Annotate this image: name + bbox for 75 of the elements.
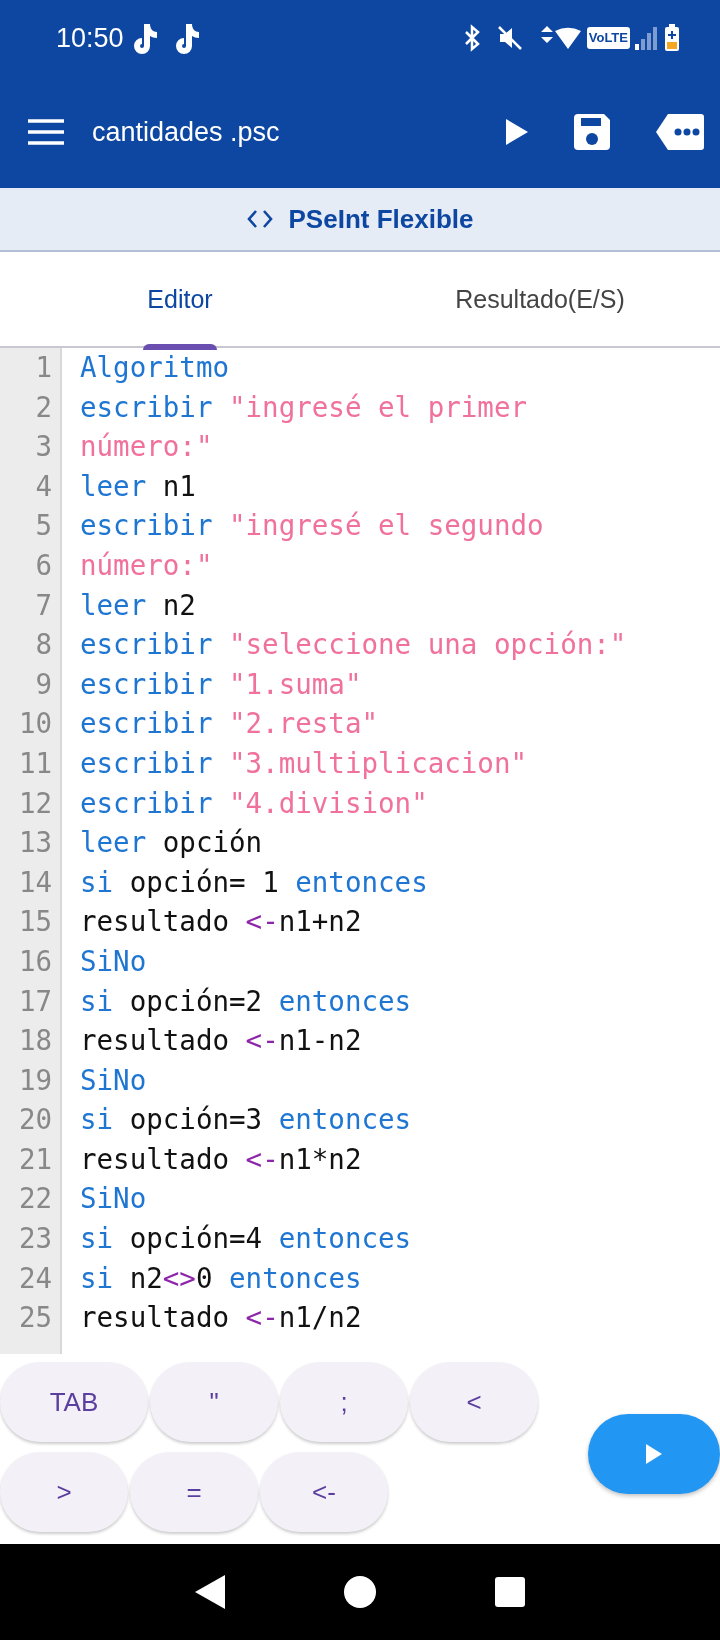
bluetooth-icon [462, 24, 481, 52]
line-number: 7 [34, 587, 53, 623]
symbol-key[interactable]: > [0, 1452, 128, 1532]
code-line: si opción=4 entonces [79, 1221, 413, 1257]
line-number: 20 [17, 1102, 53, 1138]
code-line: resultado <-n1*n2 [79, 1141, 363, 1177]
line-number: 5 [34, 508, 53, 544]
code-icon [246, 209, 273, 229]
code-line: resultado <-n1-n2 [79, 1023, 363, 1059]
code-line: número:" [79, 429, 214, 465]
code-line: SiNo [79, 1181, 148, 1217]
battery-icon [664, 24, 680, 52]
symbol-key[interactable]: " [150, 1362, 278, 1442]
line-number: 3 [34, 429, 53, 465]
line-number: 1 [34, 350, 53, 385]
muted-icon [496, 25, 523, 51]
code-line: resultado <-n1+n2 [79, 904, 363, 940]
tab[interactable]: Editor [0, 252, 360, 348]
line-number: 13 [17, 825, 53, 861]
line-number: 19 [17, 1062, 53, 1098]
code-line: si n2<>0 entonces [79, 1260, 363, 1296]
code-line: si opción=3 entonces [79, 1102, 413, 1138]
save-button[interactable] [574, 114, 610, 150]
code-line: escribir "seleccione una opción:" [79, 627, 628, 663]
line-number: 4 [34, 468, 53, 504]
code-line: resultado <-n1/n2 [79, 1300, 363, 1336]
symbol-key[interactable]: = [130, 1452, 258, 1532]
mode-label: PSeInt Flexible [288, 202, 474, 236]
line-number: 17 [17, 983, 53, 1019]
run-button[interactable] [506, 119, 528, 145]
code-line: si opción= 1 entonces [79, 864, 429, 900]
line-number: 15 [17, 904, 53, 940]
line-number: 25 [17, 1300, 53, 1336]
file-name: cantidades .psc [92, 115, 280, 149]
line-number: 6 [34, 547, 53, 583]
line-number: 8 [34, 627, 53, 663]
line-number: 14 [17, 864, 53, 900]
symbol-key[interactable]: <- [260, 1452, 388, 1532]
symbol-key[interactable]: TAB [0, 1362, 148, 1442]
symbol-key[interactable]: ; [280, 1362, 408, 1442]
status-time: 10:50 [56, 21, 124, 55]
code-line: SiNo [79, 943, 148, 979]
line-number: 2 [34, 389, 53, 425]
symbol-key[interactable]: < [410, 1362, 538, 1442]
code-line: escribir "ingresé el segundo [79, 508, 545, 544]
code-line: escribir "2.resta" [79, 706, 380, 742]
home-icon[interactable] [343, 1575, 377, 1609]
line-number: 24 [17, 1260, 53, 1296]
line-number: 11 [17, 745, 53, 781]
line-number: 12 [17, 785, 53, 821]
code-line: leer n1 [79, 468, 197, 504]
back-icon[interactable] [195, 1575, 225, 1609]
code-line: SiNo [79, 1062, 148, 1098]
code-line: escribir "ingresé el primer [79, 389, 529, 425]
line-number: 18 [17, 1023, 53, 1059]
code-line: leer n2 [79, 587, 197, 623]
play-icon [646, 1444, 662, 1464]
signal-icon [634, 26, 660, 50]
line-number: 22 [17, 1181, 53, 1217]
line-number: 10 [17, 706, 53, 742]
code-line: leer opción [79, 825, 264, 861]
code-line: escribir "4.division" [79, 785, 429, 821]
more-button[interactable] [656, 114, 704, 150]
line-number: 23 [17, 1221, 53, 1257]
code-line: escribir "3.multiplicacion" [79, 745, 529, 781]
line-number: 16 [17, 943, 53, 979]
line-number: 9 [34, 666, 53, 702]
code-line: Algoritmo [79, 350, 230, 385]
line-number: 21 [17, 1141, 53, 1177]
code-line: número:" [79, 547, 214, 583]
tab[interactable]: Resultado(E/S) [360, 252, 720, 348]
code-line: si opción=2 entonces [79, 983, 413, 1019]
volte-label: VoLTE [586, 27, 630, 49]
code-line: escribir "1.suma" [79, 666, 363, 702]
menu-button[interactable] [28, 119, 64, 145]
